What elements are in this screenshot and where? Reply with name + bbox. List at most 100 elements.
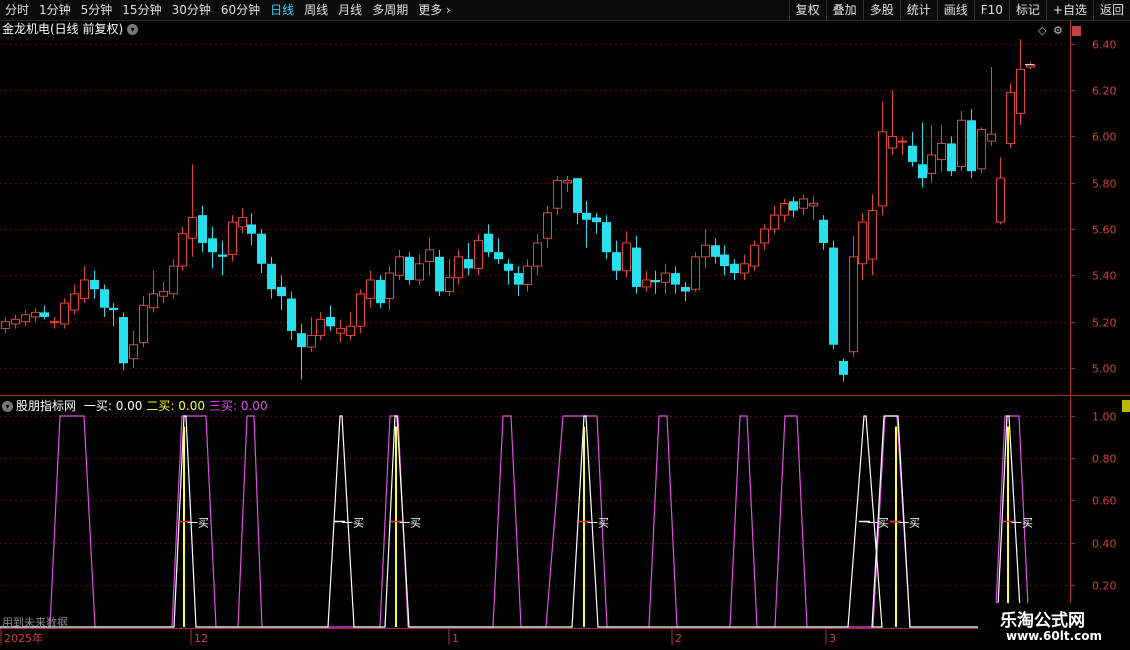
candle-body	[257, 233, 266, 264]
diamond-icon: ◇	[1038, 24, 1047, 37]
price-tick-label: 5.20	[1092, 317, 1117, 330]
candle-body	[139, 304, 148, 343]
time-label: 3	[829, 632, 836, 645]
watermark-title: 乐淘公式网	[1000, 611, 1085, 631]
indicator-values: 一买: 0.00 二买: 0.00 三买: 0.00	[80, 399, 268, 413]
candle-body	[701, 244, 710, 258]
stock-name-label: 金龙机电(日线 前复权)	[2, 22, 124, 36]
site-watermark: 乐淘公式网 www.60lt.com	[978, 603, 1130, 650]
buy-signal-label: 一买	[587, 517, 609, 530]
candle-body	[740, 263, 749, 274]
candle-body	[829, 247, 838, 345]
candle-body	[336, 328, 345, 334]
candle-body	[326, 317, 335, 327]
candle-body	[159, 291, 168, 297]
price-tick-label: 5.60	[1092, 224, 1117, 237]
candle-body	[651, 279, 660, 283]
candle-body	[494, 252, 503, 260]
candle-body	[169, 265, 178, 295]
candle-body	[789, 201, 798, 211]
buy-signal-label: 一买	[342, 517, 364, 530]
indicator-side-marker	[1122, 400, 1130, 412]
candle-body	[247, 224, 256, 234]
candle-body	[307, 335, 316, 348]
candle-body	[376, 279, 385, 304]
candle-body	[622, 242, 631, 272]
candle-body	[208, 238, 217, 253]
indicator-title[interactable]: ▾ 股朋指标网 一买: 0.00 二买: 0.00 三买: 0.00	[2, 398, 268, 414]
candle-body	[1006, 91, 1015, 144]
future-data-note: 用到未来数据	[2, 616, 68, 629]
buy-signal-label: 一买	[898, 517, 920, 530]
candle-body	[543, 212, 552, 239]
price-tick-label: 6.20	[1092, 85, 1117, 98]
buy-signal-label: 一买	[187, 517, 209, 530]
candle-body	[198, 215, 207, 243]
candle-body	[435, 256, 444, 292]
candle-body	[31, 311, 40, 318]
candle-body	[809, 203, 818, 207]
candle-body	[661, 272, 670, 283]
candle-body	[297, 333, 306, 348]
stock-chart[interactable]: 6.40 6.20 6.00 5.80 5.60 5.40 5.20 5.00 ◇ ⚙ 1.00 0.…	[0, 0, 1130, 650]
candle-body	[90, 279, 99, 290]
time-label: 2025年	[4, 631, 43, 645]
candle-body	[50, 321, 59, 324]
indicator-value: 一买: 0.00	[83, 399, 143, 413]
candle-body	[632, 247, 641, 287]
candle-body	[947, 143, 956, 172]
indicator-tick-label: 1.00	[1092, 411, 1117, 424]
candle-body	[602, 222, 611, 253]
candle-body	[888, 135, 897, 149]
candle-body	[987, 133, 996, 142]
chevron-down-icon[interactable]: ▾	[2, 401, 13, 412]
candle-body	[927, 154, 936, 175]
candle-body	[395, 256, 404, 276]
candle-body	[908, 145, 917, 162]
indicator-tick-label: 0.20	[1092, 580, 1117, 593]
candle-body	[60, 302, 69, 325]
candle-body	[218, 254, 227, 257]
candle-body	[385, 272, 394, 299]
candle-body	[996, 177, 1005, 223]
candle-body	[730, 263, 739, 274]
candle-body	[780, 203, 789, 216]
candle-body	[188, 216, 197, 239]
candle-body	[80, 279, 89, 299]
candle-body	[1016, 68, 1025, 114]
candle-body	[287, 298, 296, 331]
candle-body	[977, 129, 986, 170]
time-label: 1	[452, 632, 459, 645]
indicator-value: 三买: 0.00	[209, 399, 268, 413]
candle-body	[366, 279, 375, 299]
candle-body	[563, 179, 572, 184]
buy-signal-label: 一买	[399, 517, 421, 530]
candle-body	[711, 245, 720, 257]
candle-body	[100, 289, 109, 308]
candle-body	[109, 307, 118, 311]
candle-body	[770, 214, 779, 230]
candle-body	[839, 360, 848, 375]
candle-body	[405, 256, 414, 280]
candle-body	[484, 233, 493, 253]
candle-body	[425, 249, 434, 262]
chart-title[interactable]: 金龙机电(日线 前复权) ▾	[2, 21, 139, 37]
candle-body	[445, 277, 454, 293]
candle-body	[819, 219, 828, 243]
candle-body	[316, 318, 325, 337]
candle-body	[267, 263, 276, 290]
candle-body	[642, 279, 651, 288]
candle-body	[868, 210, 877, 260]
candle-body	[750, 244, 759, 267]
candle-body	[40, 312, 49, 318]
candle-body	[533, 242, 542, 267]
watermark-url: www.60lt.com	[1006, 629, 1103, 643]
indicator-tick-label: 0.80	[1092, 453, 1117, 466]
candle-body	[878, 131, 887, 207]
chevron-down-icon[interactable]: ▾	[127, 24, 139, 35]
candle-body	[178, 233, 187, 267]
candle-body	[70, 293, 79, 311]
candle-body	[21, 314, 30, 323]
candle-body	[671, 273, 680, 285]
candle-body	[592, 217, 601, 223]
